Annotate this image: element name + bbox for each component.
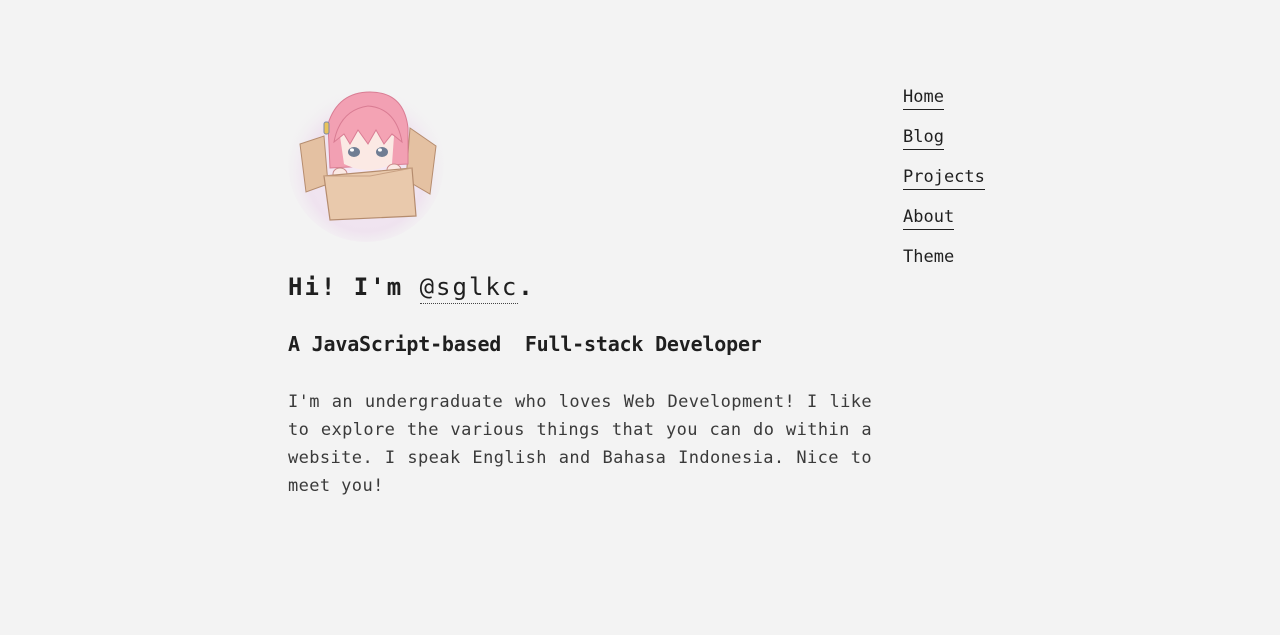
theme-toggle-button[interactable]: Theme xyxy=(903,245,954,270)
avatar xyxy=(288,84,448,244)
site-nav: Home Blog Projects About Theme xyxy=(903,85,985,285)
bio-paragraph: I'm an undergraduate who loves Web Devel… xyxy=(288,392,872,496)
handle-link[interactable]: @sglkc xyxy=(419,273,519,304)
nav-home-link[interactable]: Home xyxy=(903,85,944,110)
greeting-prefix: Hi! I'm xyxy=(288,273,420,301)
nav-about-link[interactable]: About xyxy=(903,205,955,230)
nav-projects-link[interactable]: Projects xyxy=(903,165,985,190)
page: Hi! I'm @sglkc. A JavaScript-based Full-… xyxy=(0,0,1280,635)
avatar-image xyxy=(288,86,444,242)
nav-blog-link[interactable]: Blog xyxy=(903,125,944,150)
tagline: A JavaScript-based Full-stack Developer xyxy=(288,332,762,356)
main-content: Hi! I'm @sglkc. A JavaScript-based Full-… xyxy=(288,84,872,500)
greeting-suffix: . xyxy=(518,273,535,301)
greeting-heading: Hi! I'm @sglkc. xyxy=(288,272,872,304)
